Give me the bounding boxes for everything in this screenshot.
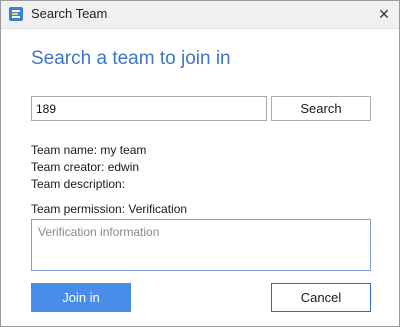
dialog-heading: Search a team to join in xyxy=(31,48,231,69)
search-team-dialog: Search Team ✕ Search a team to join in S… xyxy=(0,0,400,327)
window-title: Search Team xyxy=(31,6,108,21)
close-icon[interactable]: ✕ xyxy=(375,5,393,23)
team-permission-text: Team permission: Verification xyxy=(31,202,188,216)
team-creator-text: Team creator: edwin xyxy=(31,160,140,174)
join-in-button[interactable]: Join in xyxy=(31,283,131,312)
title-bar[interactable]: Search Team ✕ xyxy=(1,1,399,29)
verification-info-field[interactable] xyxy=(31,219,371,271)
search-button[interactable]: Search xyxy=(271,96,371,121)
team-description-text: Team description: xyxy=(31,177,126,191)
app-logo-icon xyxy=(9,7,23,21)
cancel-button[interactable]: Cancel xyxy=(271,283,371,312)
team-search-input[interactable] xyxy=(31,96,267,121)
team-name-text: Team name: my team xyxy=(31,143,147,157)
